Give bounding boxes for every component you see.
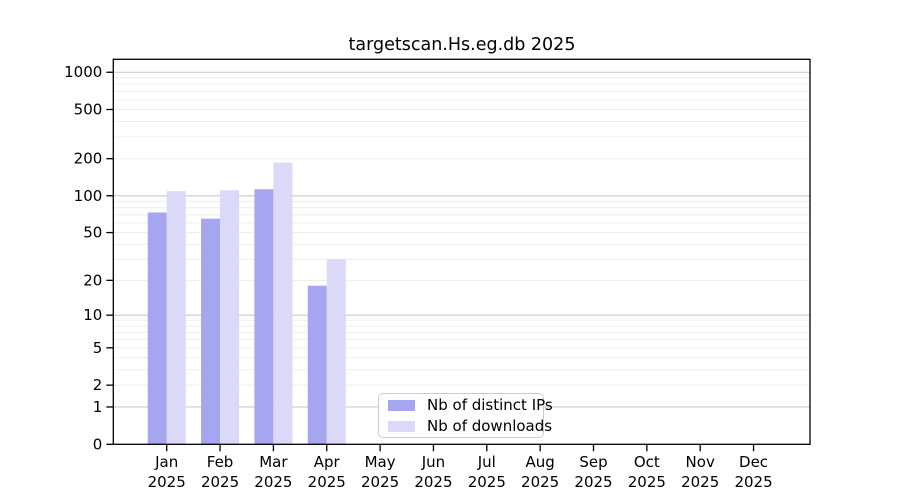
svg-text:2: 2 <box>93 376 103 394</box>
svg-text:Jan: Jan <box>154 453 178 471</box>
legend-item-distinct-ips: Nb of distinct IPs <box>388 396 553 414</box>
svg-text:Dec: Dec <box>739 453 768 471</box>
svg-text:2025: 2025 <box>201 473 239 491</box>
svg-text:Sep: Sep <box>579 453 607 471</box>
svg-text:1: 1 <box>93 398 103 416</box>
svg-text:2025: 2025 <box>521 473 559 491</box>
svg-text:Feb: Feb <box>207 453 234 471</box>
svg-text:5: 5 <box>93 339 103 357</box>
svg-text:500: 500 <box>74 101 103 119</box>
svg-text:2025: 2025 <box>148 473 186 491</box>
svg-text:2025: 2025 <box>468 473 506 491</box>
svg-text:200: 200 <box>74 150 103 168</box>
svg-text:2025: 2025 <box>254 473 292 491</box>
chart-title: targetscan.Hs.eg.db 2025 <box>348 35 576 55</box>
svg-text:Jul: Jul <box>477 453 496 471</box>
download-stats-figure: 0 1 2 5 10 20 50 100 200 500 1000 Jan 2025 Feb 2025 Mar… <box>0 0 900 500</box>
svg-text:20: 20 <box>83 271 102 289</box>
svg-text:Jun: Jun <box>421 453 445 471</box>
svg-text:2025: 2025 <box>574 473 612 491</box>
legend: Nb of distinct IPs Nb of downloads <box>378 393 553 438</box>
svg-text:Aug: Aug <box>526 453 555 471</box>
legend-label-distinct-ips: Nb of distinct IPs <box>427 395 553 414</box>
svg-text:2025: 2025 <box>414 473 452 491</box>
svg-text:10: 10 <box>83 306 102 324</box>
legend-swatch-distinct-ips-icon <box>388 399 415 411</box>
legend-swatch-downloads-icon <box>388 420 415 432</box>
svg-text:100: 100 <box>74 187 103 205</box>
svg-text:0: 0 <box>93 435 103 453</box>
svg-text:Oct: Oct <box>634 453 660 471</box>
svg-text:May: May <box>365 453 396 471</box>
svg-text:2025: 2025 <box>628 473 666 491</box>
svg-text:2025: 2025 <box>308 473 346 491</box>
svg-text:Mar: Mar <box>259 453 288 471</box>
svg-text:1000: 1000 <box>64 63 102 81</box>
svg-text:2025: 2025 <box>681 473 719 491</box>
svg-text:2025: 2025 <box>361 473 399 491</box>
svg-text:Apr: Apr <box>314 453 341 471</box>
legend-item-downloads: Nb of downloads <box>388 417 552 435</box>
legend-label-downloads: Nb of downloads <box>427 416 553 435</box>
svg-text:50: 50 <box>83 224 102 242</box>
svg-text:Nov: Nov <box>686 453 715 471</box>
svg-text:2025: 2025 <box>734 473 772 491</box>
